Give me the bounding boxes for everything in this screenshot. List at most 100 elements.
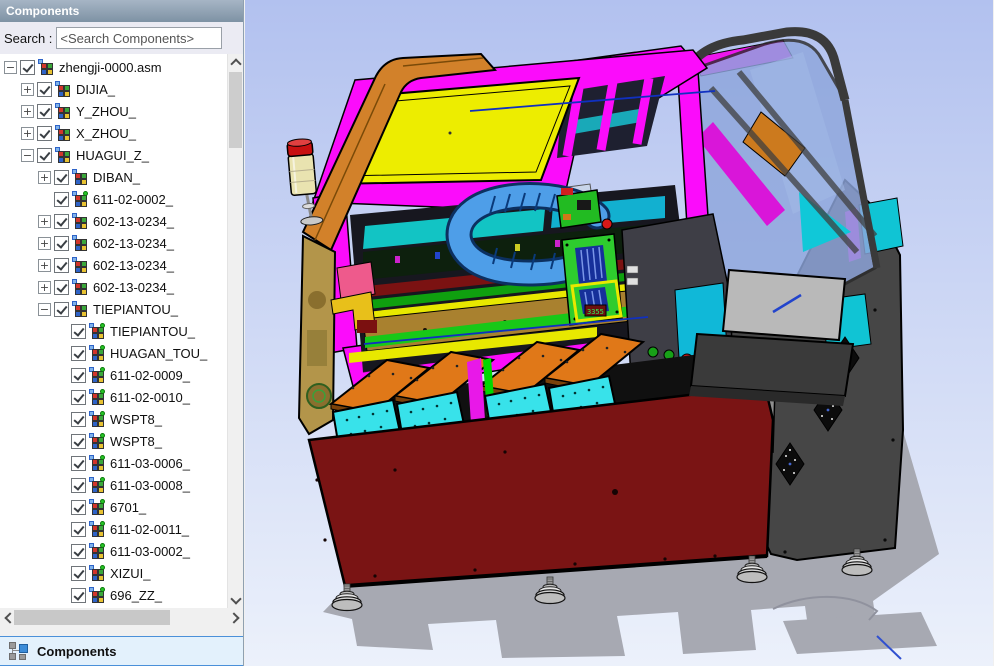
collapse-toggle[interactable]: − xyxy=(21,149,34,162)
scroll-up-button[interactable] xyxy=(228,54,243,70)
component-label[interactable]: HUAGUI_Z_ xyxy=(75,148,149,163)
tree-row[interactable]: + X_ZHOU_ xyxy=(0,122,227,144)
expand-toggle[interactable]: + xyxy=(21,105,34,118)
component-label[interactable]: DIJIA_ xyxy=(75,82,115,97)
vertical-scroll-thumb[interactable] xyxy=(229,72,242,148)
monitor-panel[interactable] xyxy=(723,270,845,340)
visibility-checkbox[interactable] xyxy=(20,60,35,75)
visibility-checkbox[interactable] xyxy=(54,302,69,317)
visibility-checkbox[interactable] xyxy=(37,82,52,97)
component-label[interactable]: WSPT8_ xyxy=(109,412,162,427)
scroll-down-button[interactable] xyxy=(228,592,243,608)
tree-row[interactable]: − zhengji-0000.asm xyxy=(0,56,227,78)
tree-row[interactable]: WSPT8_ xyxy=(0,430,227,452)
horizontal-scroll-thumb[interactable] xyxy=(14,610,170,625)
component-label[interactable]: 611-02-0010_ xyxy=(109,390,190,405)
component-label[interactable]: XIZUI_ xyxy=(109,566,150,581)
visibility-checkbox[interactable] xyxy=(71,566,86,581)
visibility-checkbox[interactable] xyxy=(71,456,86,471)
component-label[interactable]: 611-03-0002_ xyxy=(109,544,190,559)
tree-row[interactable]: 611-02-0002_ xyxy=(0,188,227,210)
tree-row[interactable]: − TIEPIANTOU_ xyxy=(0,298,227,320)
expand-toggle[interactable]: + xyxy=(38,171,51,184)
tree-row[interactable]: +602-13-0234_ xyxy=(0,276,227,298)
visibility-checkbox[interactable] xyxy=(71,390,86,405)
visibility-checkbox[interactable] xyxy=(71,434,86,449)
tree-row[interactable]: + DIBAN_ xyxy=(0,166,227,188)
visibility-checkbox[interactable] xyxy=(71,368,86,383)
scroll-right-button[interactable] xyxy=(227,608,243,627)
expand-toggle[interactable]: + xyxy=(38,215,51,228)
component-label[interactable]: WSPT8_ xyxy=(109,434,162,449)
visibility-checkbox[interactable] xyxy=(37,148,52,163)
visibility-checkbox[interactable] xyxy=(71,588,86,603)
visibility-checkbox[interactable] xyxy=(54,236,69,251)
component-label[interactable]: 602-13-0234_ xyxy=(92,214,174,229)
visibility-checkbox[interactable] xyxy=(54,258,69,273)
components-tab[interactable]: Components xyxy=(0,636,243,666)
search-input[interactable] xyxy=(56,27,222,49)
tree-row[interactable]: 611-03-0002_ xyxy=(0,540,227,562)
tree-row[interactable]: +602-13-0234_ xyxy=(0,254,227,276)
visibility-checkbox[interactable] xyxy=(71,500,86,515)
component-label[interactable]: 696_ZZ_ xyxy=(109,588,162,603)
vertical-scrollbar[interactable] xyxy=(227,54,243,608)
tree-row[interactable]: + Y_ZHOU_ xyxy=(0,100,227,122)
tree-row[interactable]: 696_ZZ_ xyxy=(0,584,227,606)
tree-row[interactable]: WSPT8_ xyxy=(0,408,227,430)
component-label[interactable]: Y_ZHOU_ xyxy=(75,104,136,119)
tree-row[interactable]: XIZUI_ xyxy=(0,562,227,584)
tree-row[interactable]: 611-02-0010_ xyxy=(0,386,227,408)
visibility-checkbox[interactable] xyxy=(54,214,69,229)
component-label[interactable]: 611-02-0002_ xyxy=(92,192,173,207)
tree-row[interactable]: 611-02-0009_ xyxy=(0,364,227,386)
expand-toggle[interactable]: + xyxy=(38,281,51,294)
component-label[interactable]: 611-02-0011_ xyxy=(109,522,189,537)
tree-row[interactable]: 611-03-0008_ xyxy=(0,474,227,496)
component-label[interactable]: 602-13-0234_ xyxy=(92,258,174,273)
expand-toggle[interactable]: + xyxy=(38,259,51,272)
visibility-checkbox[interactable] xyxy=(54,170,69,185)
component-label[interactable]: 6701_ xyxy=(109,500,146,515)
expand-toggle[interactable]: + xyxy=(21,83,34,96)
monitor-shelf[interactable] xyxy=(689,334,853,406)
visibility-checkbox[interactable] xyxy=(71,478,86,493)
tree-row[interactable]: HUAGAN_TOU_ xyxy=(0,342,227,364)
visibility-checkbox[interactable] xyxy=(71,544,86,559)
expand-toggle[interactable]: + xyxy=(21,127,34,140)
expand-toggle[interactable]: + xyxy=(38,237,51,250)
visibility-checkbox[interactable] xyxy=(71,522,86,537)
component-label[interactable]: 611-03-0006_ xyxy=(109,456,190,471)
collapse-toggle[interactable]: − xyxy=(4,61,17,74)
visibility-checkbox[interactable] xyxy=(71,346,86,361)
horizontal-scrollbar[interactable] xyxy=(0,608,243,627)
visibility-checkbox[interactable] xyxy=(37,104,52,119)
visibility-checkbox[interactable] xyxy=(71,412,86,427)
component-label[interactable]: 602-13-0234_ xyxy=(92,280,174,295)
visibility-checkbox[interactable] xyxy=(54,280,69,295)
3d-viewport[interactable]: 3355 xyxy=(244,0,994,666)
component-label[interactable]: zhengji-0000.asm xyxy=(58,60,162,75)
tree-row[interactable]: 611-03-0006_ xyxy=(0,452,227,474)
visibility-checkbox[interactable] xyxy=(71,324,86,339)
component-label[interactable]: TIEPIANTOU_ xyxy=(109,324,195,339)
component-label[interactable]: X_ZHOU_ xyxy=(75,126,136,141)
collapse-toggle[interactable]: − xyxy=(38,303,51,316)
tree-row[interactable]: +602-13-0234_ xyxy=(0,210,227,232)
component-label[interactable]: 602-13-0234_ xyxy=(92,236,174,251)
tree-row[interactable]: TIEPIANTOU_ xyxy=(0,320,227,342)
tree-row[interactable]: − HUAGUI_Z_ xyxy=(0,144,227,166)
tree-row[interactable]: 611-02-0011_ xyxy=(0,518,227,540)
green-button[interactable] xyxy=(648,347,658,357)
component-label[interactable]: 611-02-0009_ xyxy=(109,368,190,383)
tree-row[interactable]: 6701_ xyxy=(0,496,227,518)
component-label[interactable]: DIBAN_ xyxy=(92,170,140,185)
pcb-board[interactable]: 3355 xyxy=(562,234,622,325)
tree-row[interactable]: + DIJIA_ xyxy=(0,78,227,100)
visibility-checkbox[interactable] xyxy=(54,192,69,207)
visibility-checkbox[interactable] xyxy=(37,126,52,141)
component-label[interactable]: HUAGAN_TOU_ xyxy=(109,346,207,361)
tree-row[interactable]: +602-13-0234_ xyxy=(0,232,227,254)
component-label[interactable]: TIEPIANTOU_ xyxy=(92,302,178,317)
component-label[interactable]: 611-03-0008_ xyxy=(109,478,190,493)
